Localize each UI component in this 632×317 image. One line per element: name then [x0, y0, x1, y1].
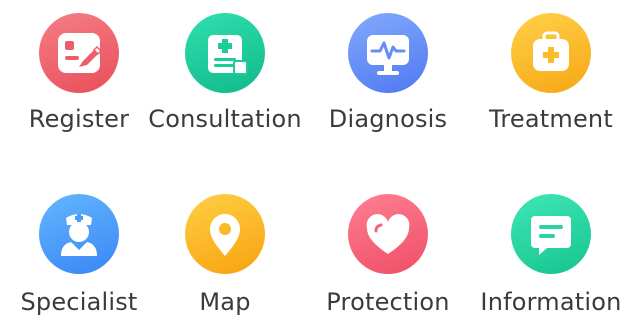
- heart-icon: [348, 194, 428, 274]
- register-form-icon: [39, 13, 119, 93]
- message-bubble-icon: [511, 194, 591, 274]
- menu-item-label: Diagnosis: [328, 105, 448, 133]
- menu-item-label: Map: [199, 288, 251, 316]
- menu-item-label: Consultation: [148, 105, 302, 133]
- location-pin-icon: [185, 194, 265, 274]
- menu-item-label: Information: [480, 288, 622, 316]
- menu-item-label: Protection: [326, 288, 450, 316]
- menu-item-label: Treatment: [489, 105, 613, 133]
- monitor-pulse-icon: [348, 13, 428, 93]
- clipboard-plus-icon: [185, 13, 265, 93]
- first-aid-kit-icon: [511, 13, 591, 93]
- doctor-icon: [39, 194, 119, 274]
